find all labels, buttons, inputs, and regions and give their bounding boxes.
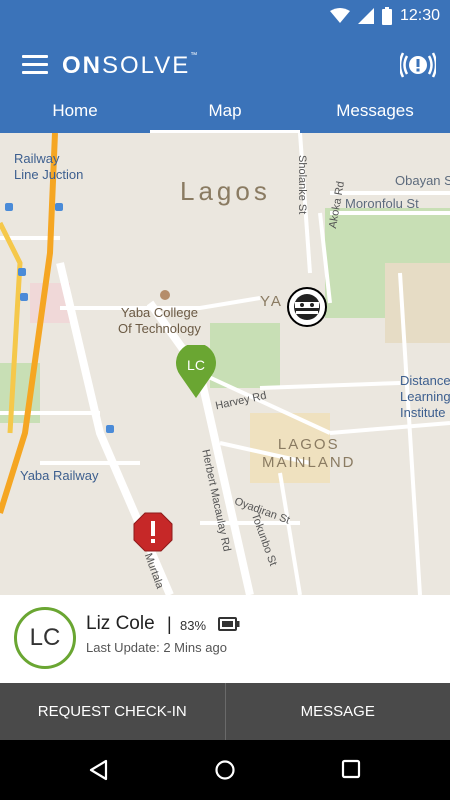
map-label-yaba-short: YA	[260, 293, 283, 310]
home-icon[interactable]	[214, 759, 236, 781]
battery-icon	[218, 617, 240, 631]
request-checkin-button[interactable]: REQUEST CHECK-IN	[0, 683, 226, 740]
status-bar: 12:30	[0, 0, 450, 34]
logo-light: SOLVE	[102, 52, 191, 79]
back-icon[interactable]	[88, 759, 110, 781]
hamburger-menu-icon[interactable]	[22, 55, 48, 75]
action-bar: REQUEST CHECK-IN MESSAGE	[0, 683, 450, 740]
map-label-moronfolu: Moronfolu St	[345, 196, 419, 211]
status-time: 12:30	[399, 7, 440, 24]
recents-icon[interactable]	[341, 759, 361, 779]
tab-home[interactable]: Home	[0, 96, 150, 133]
incident-marker[interactable]	[287, 287, 327, 327]
person-name: Liz Cole	[86, 613, 155, 634]
alert-marker[interactable]	[132, 512, 174, 552]
map-label-railway-junction: Railway Line Juction	[14, 151, 84, 182]
separator: |	[167, 614, 172, 634]
map-label-obayan: Obayan St	[395, 173, 450, 188]
battery-percentage: 83%	[180, 618, 207, 633]
map-label-yaba-railway: Yaba Railway	[20, 468, 99, 483]
marker-initials: LC	[187, 357, 205, 373]
map-label-lagos-mainland: LAGOS MAINLAND	[262, 436, 356, 471]
onsolve-logo: ONSOLVE™	[62, 52, 197, 80]
battery-status-icon	[381, 7, 392, 25]
avatar: LC	[14, 607, 76, 669]
warning-icon	[133, 512, 173, 552]
map-label-distance-learning: Distance Learning Institute	[400, 373, 450, 420]
tab-map[interactable]: Map	[150, 96, 300, 133]
logo-bold: ON	[62, 52, 102, 79]
person-info-card[interactable]: LC Liz Cole | 83% Last Update: 2 Mins ag…	[0, 595, 450, 683]
app-bar: ONSOLVE™	[0, 34, 450, 96]
message-button[interactable]: MESSAGE	[225, 683, 450, 740]
last-update: Last Update: 2 Mins ago	[86, 640, 227, 655]
map-label-sholanke: Sholanke St	[296, 155, 308, 215]
logo-trademark: ™	[190, 52, 198, 59]
wifi-icon	[329, 8, 350, 23]
person-location-marker[interactable]: LC	[175, 343, 217, 399]
map-label-yaba-college: Yaba College Of Technology	[118, 305, 201, 336]
status-icons: 12:30	[329, 7, 440, 25]
burglar-icon	[287, 287, 327, 327]
map-label-lagos: Lagos	[180, 176, 271, 206]
cell-signal-icon	[357, 8, 374, 24]
map-view[interactable]: Railway Line Juction Lagos Obayan St Mor…	[0, 133, 450, 595]
tab-bar: Home Map Messages	[0, 96, 450, 133]
emergency-broadcast-icon[interactable]	[400, 48, 436, 82]
system-nav-bar	[0, 740, 450, 800]
tab-messages[interactable]: Messages	[300, 96, 450, 133]
